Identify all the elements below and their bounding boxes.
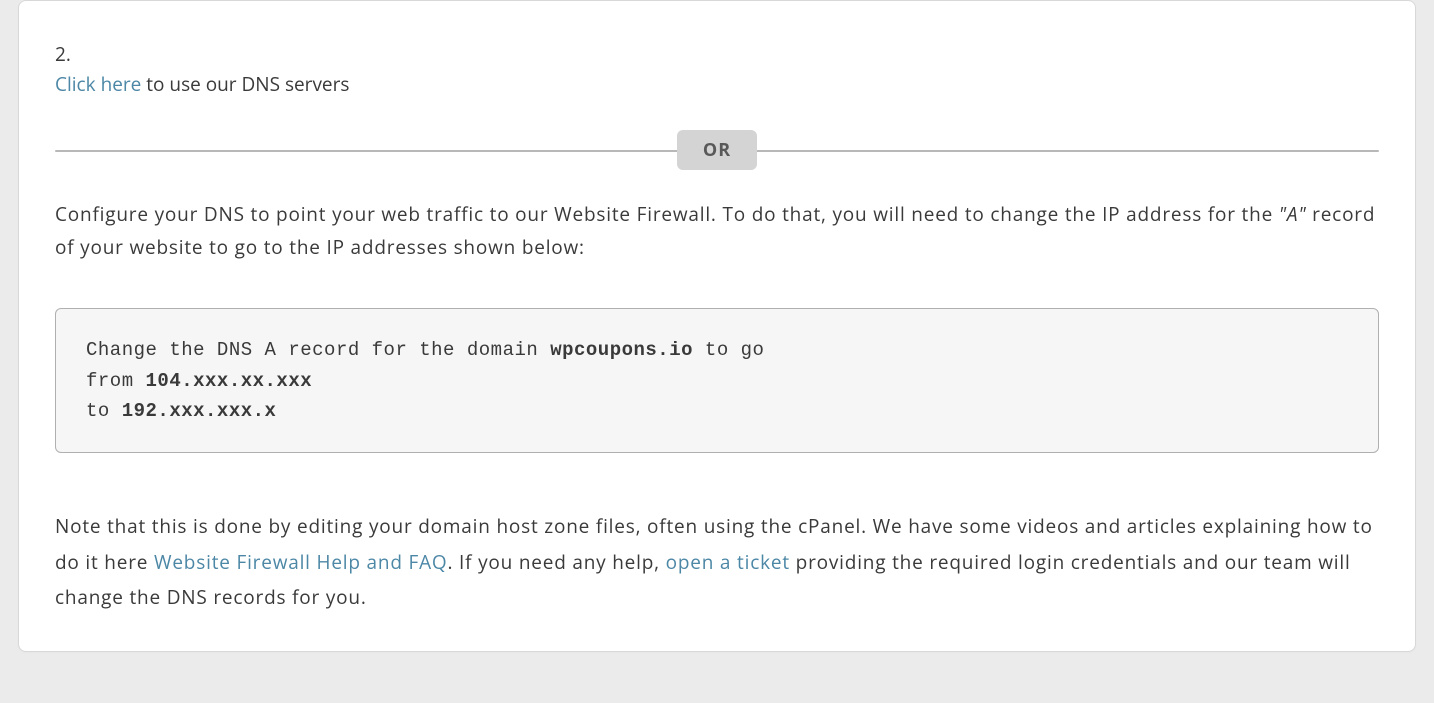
code-from-ip: 104.xxx.xx.xxx	[146, 370, 313, 392]
step-number: 2.	[55, 39, 1379, 69]
click-here-link[interactable]: Click here	[55, 71, 141, 97]
code-line1-prefix: Change the DNS A record for the domain	[86, 339, 550, 361]
open-ticket-link[interactable]: open a ticket	[666, 549, 790, 575]
or-badge: OR	[677, 130, 757, 170]
a-record-italic: "A"	[1279, 201, 1307, 227]
firewall-help-link[interactable]: Website Firewall Help and FAQ	[154, 549, 448, 575]
or-divider: OR	[55, 130, 1379, 170]
instruction-paragraph: Configure your DNS to point your web tra…	[55, 198, 1379, 265]
code-to-ip: 192.xxx.xxx.x	[122, 400, 277, 422]
code-line2-prefix: from	[86, 370, 146, 392]
dns-code-block: Change the DNS A record for the domain w…	[55, 308, 1379, 453]
code-domain: wpcoupons.io	[550, 339, 693, 361]
dns-config-card: 2. Click here to use our DNS servers OR …	[18, 0, 1416, 652]
dns-suffix-text: to use our DNS servers	[141, 71, 349, 97]
code-line1-suffix: to go	[693, 339, 764, 361]
note-part2: . If you need any help,	[448, 549, 666, 575]
note-paragraph: Note that this is done by editing your d…	[55, 509, 1379, 614]
code-line3-prefix: to	[86, 400, 122, 422]
instruction-prefix: Configure your DNS to point your web tra…	[55, 201, 1279, 227]
dns-option-line: Click here to use our DNS servers	[55, 69, 1379, 99]
